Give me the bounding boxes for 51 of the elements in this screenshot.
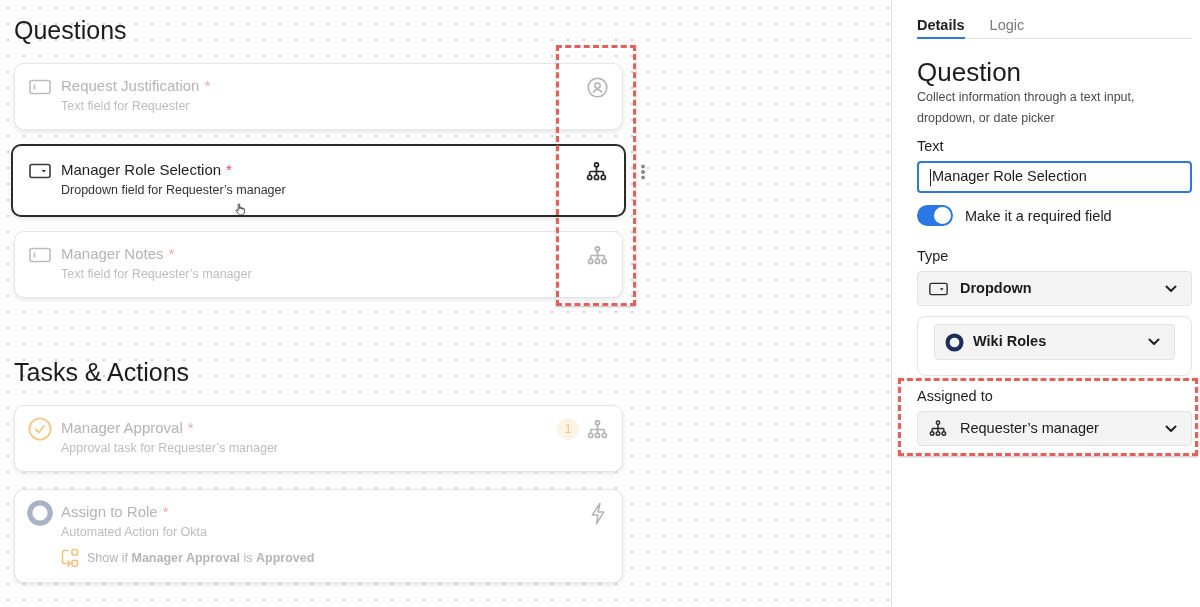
tab[interactable]: Logic [989,15,1025,39]
required-asterisk: * [226,160,232,180]
condition-text: Show if Manager Approval is Approved [87,550,315,567]
required-asterisk: * [187,418,194,438]
assignee-select[interactable]: Requester’s manager [917,411,1192,446]
org-chart-icon [587,245,608,265]
text-input[interactable]: Manager Role Selection [917,161,1192,193]
field-label: Text [917,137,944,156]
org-chart-icon [586,161,607,181]
check-circle-icon [28,417,52,441]
source-select[interactable]: Wiki Roles [934,324,1175,360]
panel-title: Question [917,57,1022,87]
text-cursor-icon [930,168,931,186]
item-subtitle: Dropdown field for Requester’s manager [61,182,286,199]
item-title: Manager Approval [61,418,183,438]
item-subtitle: Text field for Requester [61,98,191,115]
toggle-switch[interactable] [917,205,953,226]
dropdown-field-icon [29,163,51,179]
item-subtitle: Text field for Requester’s manager [61,266,252,283]
kebab-menu-icon[interactable] [640,164,646,180]
text-field-icon [29,79,51,95]
item-title: Assign to Role [61,502,158,522]
panel-description: Collect information through a text input, dropdown, or date picker [917,89,1136,127]
org-chart-icon [929,420,947,437]
required-asterisk: * [162,502,169,522]
item-title: Request Justification [61,76,200,96]
dropdown-field-icon [929,281,948,296]
ring-icon [945,332,964,352]
count-badge: 1 [557,418,579,440]
org-chart-icon [587,419,608,439]
chevron-down-icon [1148,338,1160,346]
lightning-icon [590,501,606,525]
type-select[interactable]: Dropdown [917,271,1192,306]
ring-icon [27,500,53,526]
item-title: Manager Role Selection [61,160,222,180]
branch-condition-icon [61,548,79,568]
required-asterisk: * [168,244,175,264]
chevron-down-icon [1165,424,1177,433]
field-label: Type [917,247,949,266]
person-circle-icon [587,76,608,98]
toggle-label: Make it a required field [965,206,1112,226]
tab[interactable]: Details [917,15,965,39]
section-heading: Tasks & Actions [14,357,190,387]
chevron-down-icon [1165,284,1177,293]
required-asterisk: * [204,76,211,96]
section-heading: Questions [14,15,127,45]
item-subtitle: Automated Action for Okta [61,524,208,541]
item-subtitle: Approval task for Requester’s manager [61,440,278,457]
item-title: Manager Notes [61,244,164,264]
text-field-icon [29,247,51,263]
field-label: Assigned to [917,387,993,406]
